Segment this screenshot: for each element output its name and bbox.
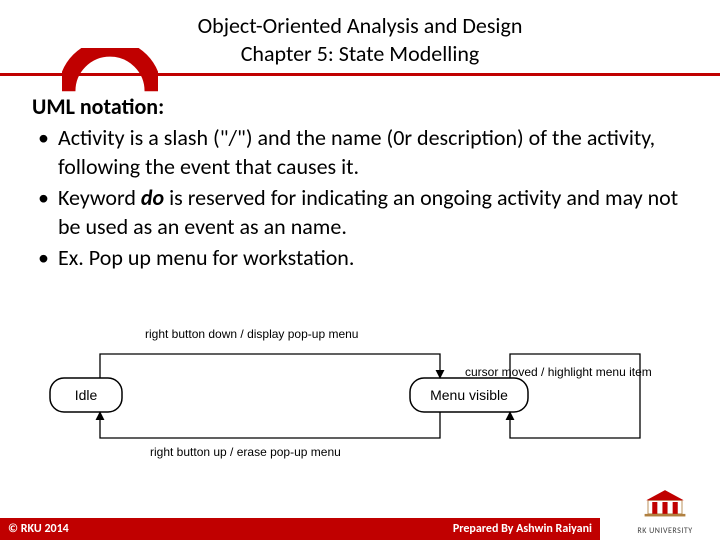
section-heading: UML notation: (32, 92, 696, 121)
bullet-item: Activity is a slash ("/") and the name (… (32, 123, 696, 181)
header-line1: Object-Oriented Analysis and Design (0, 12, 720, 40)
state-menu-label: Menu visible (430, 387, 508, 403)
bullet-keyword: do (141, 184, 164, 211)
bullet-text-pre: Keyword (58, 184, 141, 211)
footer-copyright: © RKU 2014 (8, 522, 69, 536)
footer-prepared: Prepared By Ashwin Raiyani (453, 522, 592, 536)
university-logo: RK UNIVERSITY (622, 485, 708, 536)
state-idle-label: Idle (75, 387, 98, 403)
transition-move-label: cursor moved / highlight menu item (465, 365, 652, 379)
bullet-text: Ex. Pop up menu for workstation. (58, 244, 354, 271)
transition-up-label: right button up / erase pop-up menu (150, 445, 341, 459)
bullet-item: Keyword do is reserved for indicating an… (32, 183, 696, 241)
bullet-text: Activity is a slash ("/") and the name (… (58, 124, 655, 180)
logo-caption: RK UNIVERSITY (622, 526, 708, 536)
transition-down-label: right button down / display pop-up menu (145, 327, 358, 341)
bullet-item: Ex. Pop up menu for workstation. (32, 243, 696, 272)
state-diagram: Idle Menu visible right button down / di… (40, 318, 680, 478)
content-block: UML notation: Activity is a slash ("/") … (32, 92, 696, 274)
red-arch-icon (62, 48, 158, 96)
